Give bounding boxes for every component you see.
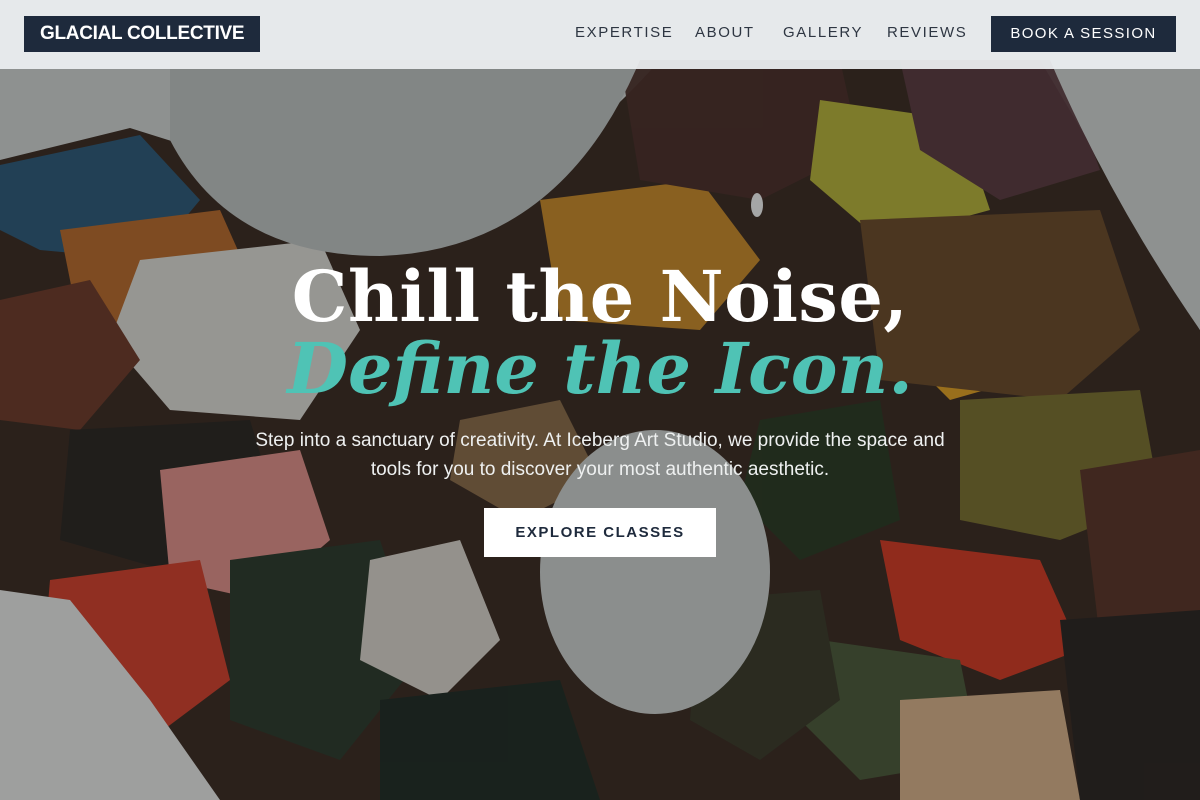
nav-link-gallery[interactable]: GALLERY: [783, 24, 863, 41]
hero-lead-text: Step into a sanctuary of creativity. At …: [255, 430, 945, 480]
nav-link-expertise[interactable]: EXPERTISE: [575, 24, 673, 41]
headline-line-2: Define the Icon.: [287, 327, 913, 410]
explore-classes-button[interactable]: EXPLORE CLASSES: [484, 508, 716, 557]
book-session-button[interactable]: BOOK A SESSION: [991, 16, 1176, 52]
nav-link-reviews[interactable]: REVIEWS: [887, 24, 967, 41]
headline-line-1: Chill the Noise,: [291, 255, 909, 338]
nav-link-about[interactable]: ABOUT: [695, 24, 755, 41]
hero-headline: Chill the Noise, Define the Icon.: [0, 258, 1200, 408]
site-header: GLACIAL COLLECTIVE EXPERTISE ABOUT GALLE…: [0, 0, 1200, 69]
brand-logo[interactable]: GLACIAL COLLECTIVE: [24, 16, 261, 52]
